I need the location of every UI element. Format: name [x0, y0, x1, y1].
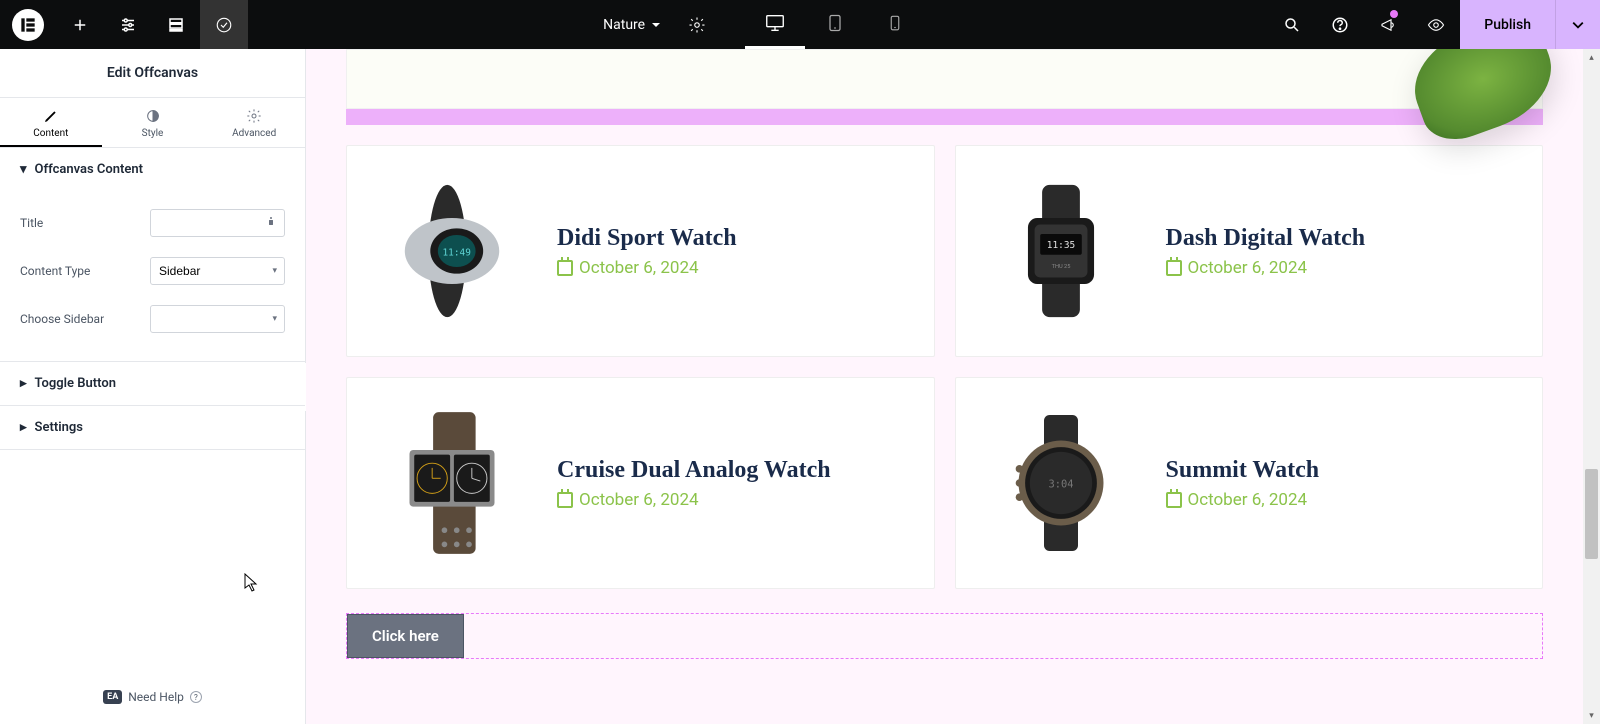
monitor-icon	[764, 12, 786, 34]
eye-icon	[1427, 16, 1445, 34]
add-element-button[interactable]	[56, 0, 104, 49]
vertical-scrollbar[interactable]: ▴ ▾	[1583, 49, 1600, 724]
help-icon	[1331, 16, 1349, 34]
click-here-button[interactable]: Click here	[347, 614, 464, 658]
product-card[interactable]: 11:49 Didi Sport Watch October 6, 2024	[346, 145, 935, 357]
section-offcanvas-content[interactable]: ▾ Offcanvas Content	[0, 148, 305, 191]
calendar-icon	[557, 260, 573, 276]
product-card[interactable]: 11:35 THU 25 Dash Digital Watch October …	[955, 145, 1544, 357]
caret-right-icon: ▸	[20, 420, 27, 435]
editor-canvas: 11:49 Didi Sport Watch October 6, 2024	[306, 49, 1600, 724]
product-card[interactable]: 3:04 Summit Watch October 6, 2024	[955, 377, 1544, 589]
svg-text:11:49: 11:49	[443, 248, 472, 259]
chevron-down-icon	[651, 20, 661, 30]
calendar-icon	[1166, 260, 1182, 276]
contrast-icon	[145, 108, 161, 124]
elementor-logo-icon[interactable]	[12, 9, 44, 41]
product-date: October 6, 2024	[1166, 258, 1523, 278]
tab-style[interactable]: Style	[102, 98, 204, 147]
svg-text:3:04: 3:04	[1048, 479, 1073, 491]
product-image: 11:35 THU 25	[976, 166, 1146, 336]
product-image	[367, 398, 537, 568]
product-image: 3:04	[976, 398, 1146, 568]
notifications-button[interactable]	[1364, 0, 1412, 49]
mobile-device-button[interactable]	[865, 0, 925, 49]
product-title: Summit Watch	[1166, 457, 1523, 484]
megaphone-icon	[1379, 16, 1397, 34]
tablet-device-button[interactable]	[805, 0, 865, 49]
mobile-icon	[886, 14, 904, 32]
product-title: Dash Digital Watch	[1166, 225, 1523, 252]
publish-button[interactable]: Publish	[1460, 0, 1555, 49]
site-name-label: Nature	[603, 17, 645, 33]
tab-advanced[interactable]: Advanced	[203, 98, 305, 147]
preview-button[interactable]	[1412, 0, 1460, 49]
svg-text:11:35: 11:35	[1046, 240, 1074, 251]
site-name-dropdown[interactable]: Nature	[591, 0, 673, 49]
settings-sliders-icon[interactable]	[104, 0, 152, 49]
field-label-choose-sidebar: Choose Sidebar	[20, 312, 104, 326]
product-card[interactable]: Cruise Dual Analog Watch October 6, 2024	[346, 377, 935, 589]
divider-section[interactable]	[346, 109, 1543, 125]
product-date: October 6, 2024	[1166, 490, 1523, 510]
scroll-down-arrow[interactable]: ▾	[1583, 707, 1600, 724]
editor-sidebar: Edit Offcanvas Content Style Advanced ▾ …	[0, 49, 306, 724]
calendar-icon	[1166, 492, 1182, 508]
offcanvas-widget[interactable]: Click here	[346, 613, 1543, 659]
checklist-icon[interactable]	[200, 0, 248, 49]
search-icon	[1283, 16, 1301, 34]
ea-badge: EA	[103, 690, 122, 704]
help-circle-icon: ?	[190, 691, 202, 703]
content-type-select[interactable]: Sidebar	[150, 257, 285, 285]
svg-text:THU 25: THU 25	[1051, 264, 1070, 270]
product-image: 11:49	[367, 166, 537, 336]
caret-right-icon: ▸	[20, 376, 27, 391]
panel-title: Edit Offcanvas	[0, 49, 305, 98]
gear-icon	[246, 108, 262, 124]
search-button[interactable]	[1268, 0, 1316, 49]
structure-icon[interactable]	[152, 0, 200, 49]
caret-down-icon: ▾	[20, 162, 27, 177]
dynamic-tags-icon[interactable]	[265, 215, 277, 231]
top-toolbar: Nature	[0, 0, 1600, 49]
pencil-icon	[43, 108, 59, 124]
product-date: October 6, 2024	[557, 258, 914, 278]
field-label-content-type: Content Type	[20, 264, 90, 278]
publish-dropdown[interactable]	[1555, 0, 1600, 49]
chevron-down-icon	[1572, 19, 1584, 31]
product-title: Cruise Dual Analog Watch	[557, 457, 914, 484]
section-settings[interactable]: ▸ Settings	[0, 406, 305, 449]
canvas-section-placeholder[interactable]	[346, 49, 1543, 109]
scrollbar-thumb[interactable]	[1585, 469, 1598, 559]
tablet-icon	[825, 13, 845, 33]
field-label-title: Title	[20, 216, 43, 230]
section-toggle-button[interactable]: ▸ Toggle Button	[0, 362, 305, 405]
product-title: Didi Sport Watch	[557, 225, 914, 252]
scroll-up-arrow[interactable]: ▴	[1583, 49, 1600, 66]
help-button[interactable]	[1316, 0, 1364, 49]
desktop-device-button[interactable]	[745, 0, 805, 49]
product-date: October 6, 2024	[557, 490, 914, 510]
page-settings-icon[interactable]	[673, 0, 721, 49]
need-help-link[interactable]: EA Need Help ?	[0, 670, 305, 724]
choose-sidebar-select[interactable]	[150, 305, 285, 333]
calendar-icon	[557, 492, 573, 508]
tab-content[interactable]: Content	[0, 98, 102, 147]
